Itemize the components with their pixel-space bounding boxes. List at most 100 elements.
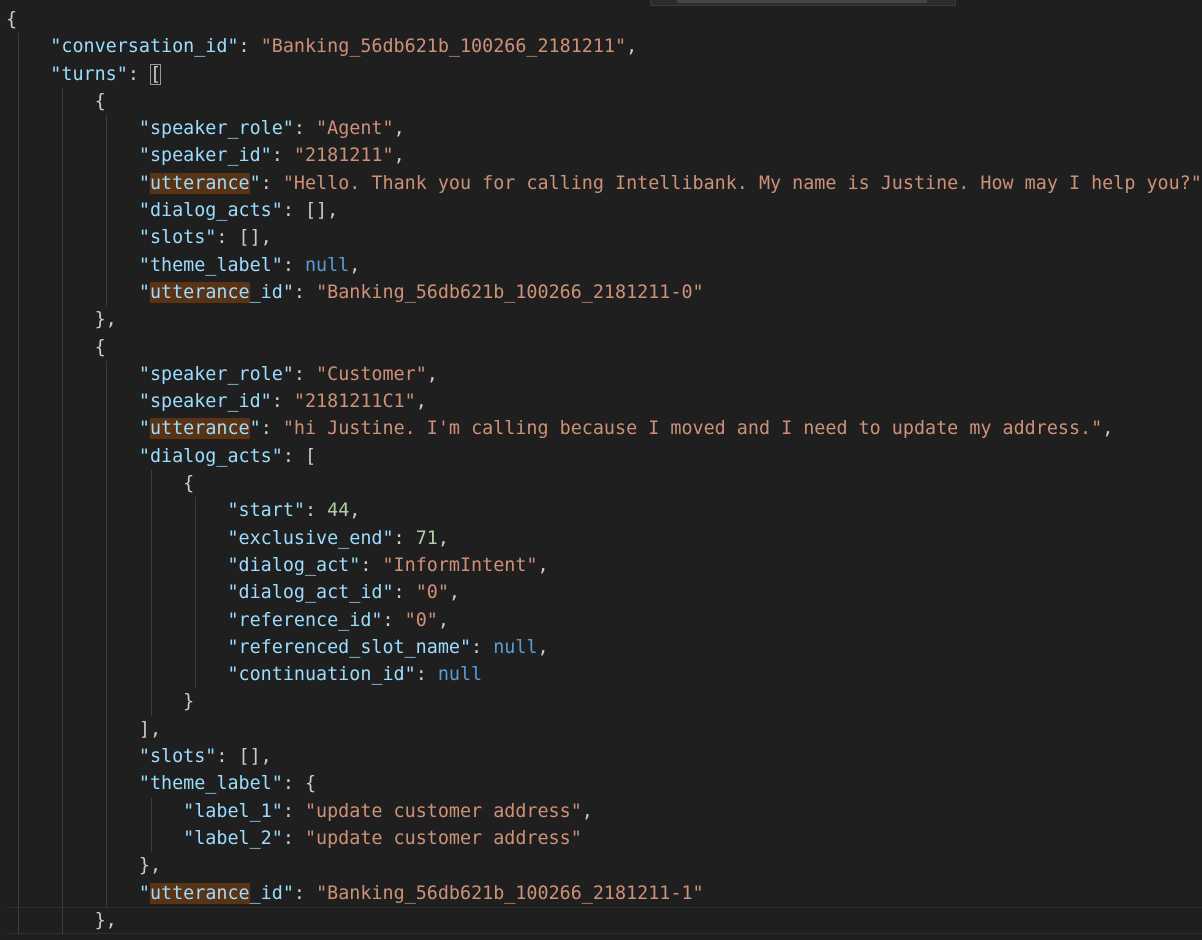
indent-guide xyxy=(18,661,19,689)
json-key: " xyxy=(138,882,150,904)
indent-guide xyxy=(106,688,108,716)
json-punctuation: { xyxy=(94,336,106,358)
code-line[interactable]: "speaker_id": "2181211", xyxy=(6,142,1202,170)
json-string-value: "Agent" xyxy=(316,118,394,140)
json-punctuation: }, xyxy=(138,855,162,877)
json-code-view[interactable]: { "conversation_id": "Banking_56db621b_1… xyxy=(6,6,1202,935)
json-punctuation: : xyxy=(127,63,150,85)
json-key: "exclusive_end" xyxy=(227,527,394,549)
code-line[interactable]: "label_2": "update customer address" xyxy=(6,824,1202,853)
json-punctuation: , xyxy=(437,609,449,631)
code-line[interactable]: { xyxy=(6,333,1202,361)
code-line[interactable]: ], xyxy=(6,715,1202,744)
indent-guide xyxy=(150,633,152,662)
indent-guide xyxy=(62,442,64,471)
json-punctuation: , xyxy=(626,36,638,58)
indent-guide xyxy=(106,661,108,689)
indent-guide xyxy=(106,388,108,416)
indent-guide xyxy=(62,633,64,662)
code-line[interactable]: "dialog_act_id": "0", xyxy=(6,579,1202,607)
code-line[interactable]: "speaker_id": "2181211C1", xyxy=(6,388,1202,416)
code-line[interactable]: { xyxy=(6,470,1202,498)
json-null-value: null xyxy=(493,636,538,658)
json-number-value: 44 xyxy=(327,500,350,522)
indent-guide xyxy=(194,551,196,580)
code-editor[interactable]: { "conversation_id": "Banking_56db621b_1… xyxy=(0,0,1202,940)
code-line[interactable]: "utterance_id": "Banking_56db621b_100266… xyxy=(6,879,1202,907)
code-line[interactable]: "speaker_role": "Agent", xyxy=(6,115,1202,143)
json-string-value: "InformIntent" xyxy=(382,554,538,576)
indent-guide xyxy=(18,688,19,716)
indent-guide xyxy=(106,360,108,389)
code-line[interactable]: "utterance_id": "Banking_56db621b_100266… xyxy=(6,278,1202,307)
indent-guide xyxy=(62,87,64,116)
json-null-value: null xyxy=(304,254,350,276)
code-line[interactable]: "start": 44, xyxy=(6,497,1202,525)
code-line[interactable]: "theme_label": null, xyxy=(6,251,1202,279)
code-line[interactable]: "dialog_act": "InformIntent", xyxy=(6,551,1202,580)
code-line[interactable]: }, xyxy=(6,852,1202,880)
indent-guide xyxy=(150,661,152,689)
code-line[interactable]: "slots": [], xyxy=(6,224,1202,252)
indent-guide xyxy=(106,497,108,525)
json-key: "turns" xyxy=(50,63,128,85)
indent-guide xyxy=(18,142,19,170)
code-line[interactable]: "label_1": "update customer address", xyxy=(6,797,1202,825)
indent-guide xyxy=(62,278,64,307)
indent-guide xyxy=(106,551,108,580)
code-line[interactable]: { xyxy=(6,87,1202,116)
indent-guide xyxy=(106,197,108,225)
code-line[interactable]: "reference_id": "0", xyxy=(6,606,1202,634)
code-line[interactable]: "speaker_role": "Customer", xyxy=(6,360,1202,389)
indent-guide xyxy=(18,60,19,88)
indent-guide xyxy=(150,470,152,498)
indent-guide xyxy=(18,797,19,825)
json-punctuation: , xyxy=(581,800,593,822)
code-line[interactable]: } xyxy=(6,688,1202,716)
code-line[interactable]: "dialog_acts": [ xyxy=(6,442,1202,471)
json-key: "slots" xyxy=(138,746,217,768)
code-line[interactable]: "utterance": "hi Justine. I'm calling be… xyxy=(6,415,1202,443)
json-punctuation: , xyxy=(537,636,549,658)
json-key: "conversation_id" xyxy=(50,36,239,58)
json-punctuation: }, xyxy=(94,909,117,931)
json-punctuation: } xyxy=(183,691,195,713)
indent-guide xyxy=(62,169,64,198)
indent-guide xyxy=(62,770,64,798)
code-line[interactable]: "exclusive_end": 71, xyxy=(6,524,1202,552)
code-line[interactable]: "slots": [], xyxy=(6,743,1202,771)
json-punctuation: : xyxy=(293,882,317,904)
json-punctuation: : xyxy=(293,118,317,140)
code-line[interactable]: }, xyxy=(6,306,1202,334)
indent-guide xyxy=(18,743,19,771)
code-line[interactable]: "referenced_slot_name": null, xyxy=(6,633,1202,662)
indent-guide xyxy=(18,606,19,634)
code-line[interactable]: "utterance": "Hello. Thank you for calli… xyxy=(6,169,1202,198)
code-line[interactable]: "turns": [ xyxy=(6,60,1202,88)
json-punctuation: : xyxy=(282,254,305,276)
code-line[interactable]: { xyxy=(6,6,1202,33)
json-key: "label_1" xyxy=(183,800,283,822)
code-line[interactable]: "conversation_id": "Banking_56db621b_100… xyxy=(6,33,1202,61)
json-key: "speaker_role" xyxy=(138,118,294,140)
code-line[interactable]: }, xyxy=(6,906,1202,935)
indent-guide xyxy=(106,824,108,853)
indent-guide xyxy=(18,278,19,307)
indent-guide xyxy=(18,633,19,662)
code-line[interactable]: "theme_label": { xyxy=(6,770,1202,798)
indent-guide xyxy=(62,333,64,361)
json-key: "referenced_slot_name" xyxy=(227,636,472,658)
code-line[interactable]: "dialog_acts": [], xyxy=(6,197,1202,225)
code-line[interactable]: "continuation_id": null xyxy=(6,661,1202,689)
